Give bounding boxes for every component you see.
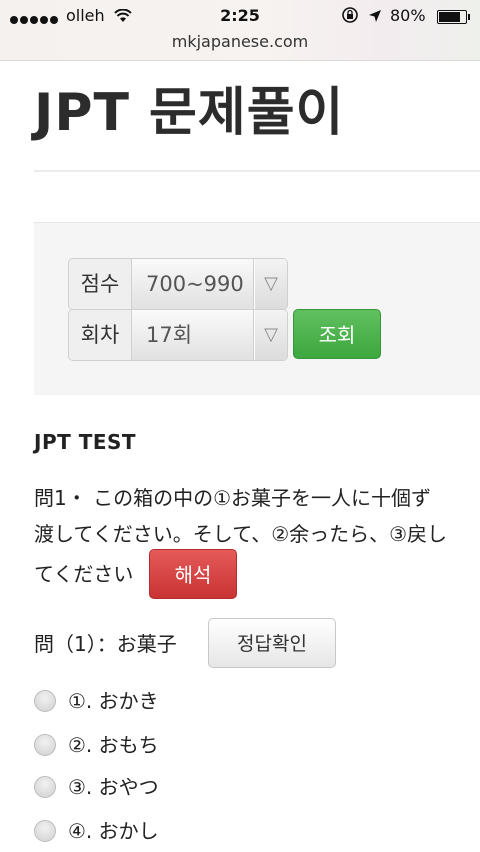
round-value[interactable]: 17회 xyxy=(132,310,254,360)
option-label: ④. おかし xyxy=(68,819,159,843)
radio-button[interactable] xyxy=(34,690,56,712)
sub-question-label: 問（1）：お菓子 xyxy=(34,632,177,656)
question-text-line-2: 渡してください。そして、②余ったら、③戻し xyxy=(34,522,448,546)
section-heading: JPT TEST xyxy=(34,430,137,454)
radio-button[interactable] xyxy=(34,734,56,756)
battery-percent: 80% xyxy=(390,6,426,25)
score-select[interactable]: 점수 700~990 ▽ xyxy=(68,258,288,310)
option-label: ②. おもち xyxy=(68,733,159,757)
battery-icon xyxy=(437,10,470,24)
round-label: 회차 xyxy=(69,310,132,360)
url-bar[interactable]: mkjapanese.com xyxy=(0,32,480,51)
option-label: ③. おやつ xyxy=(68,775,159,799)
option-label: ①. おかき xyxy=(68,689,159,713)
check-answer-button[interactable]: 정답확인 xyxy=(208,618,336,668)
translate-button[interactable]: 해석 xyxy=(149,549,237,599)
page-title: JPT 문제풀이 xyxy=(34,83,345,143)
rotation-lock-icon xyxy=(341,6,359,28)
round-select[interactable]: 회차 17회 ▽ xyxy=(68,309,288,361)
status-bar: olleh 2:25 80% mkjapanese.com xyxy=(0,0,480,61)
question-text-line-1: 問1・ この箱の中の①お菓子を一人に十個ず xyxy=(34,486,432,510)
divider xyxy=(34,222,480,223)
score-label: 점수 xyxy=(69,259,132,309)
search-button[interactable]: 조회 xyxy=(293,309,381,359)
score-value[interactable]: 700~990 xyxy=(132,259,254,309)
question-text-line-3: てください xyxy=(34,562,134,586)
radio-button[interactable] xyxy=(34,776,56,798)
divider xyxy=(34,170,480,172)
radio-button[interactable] xyxy=(34,820,56,842)
location-arrow-icon xyxy=(368,8,382,27)
chevron-down-icon[interactable]: ▽ xyxy=(255,259,287,309)
chevron-down-icon[interactable]: ▽ xyxy=(255,310,287,360)
